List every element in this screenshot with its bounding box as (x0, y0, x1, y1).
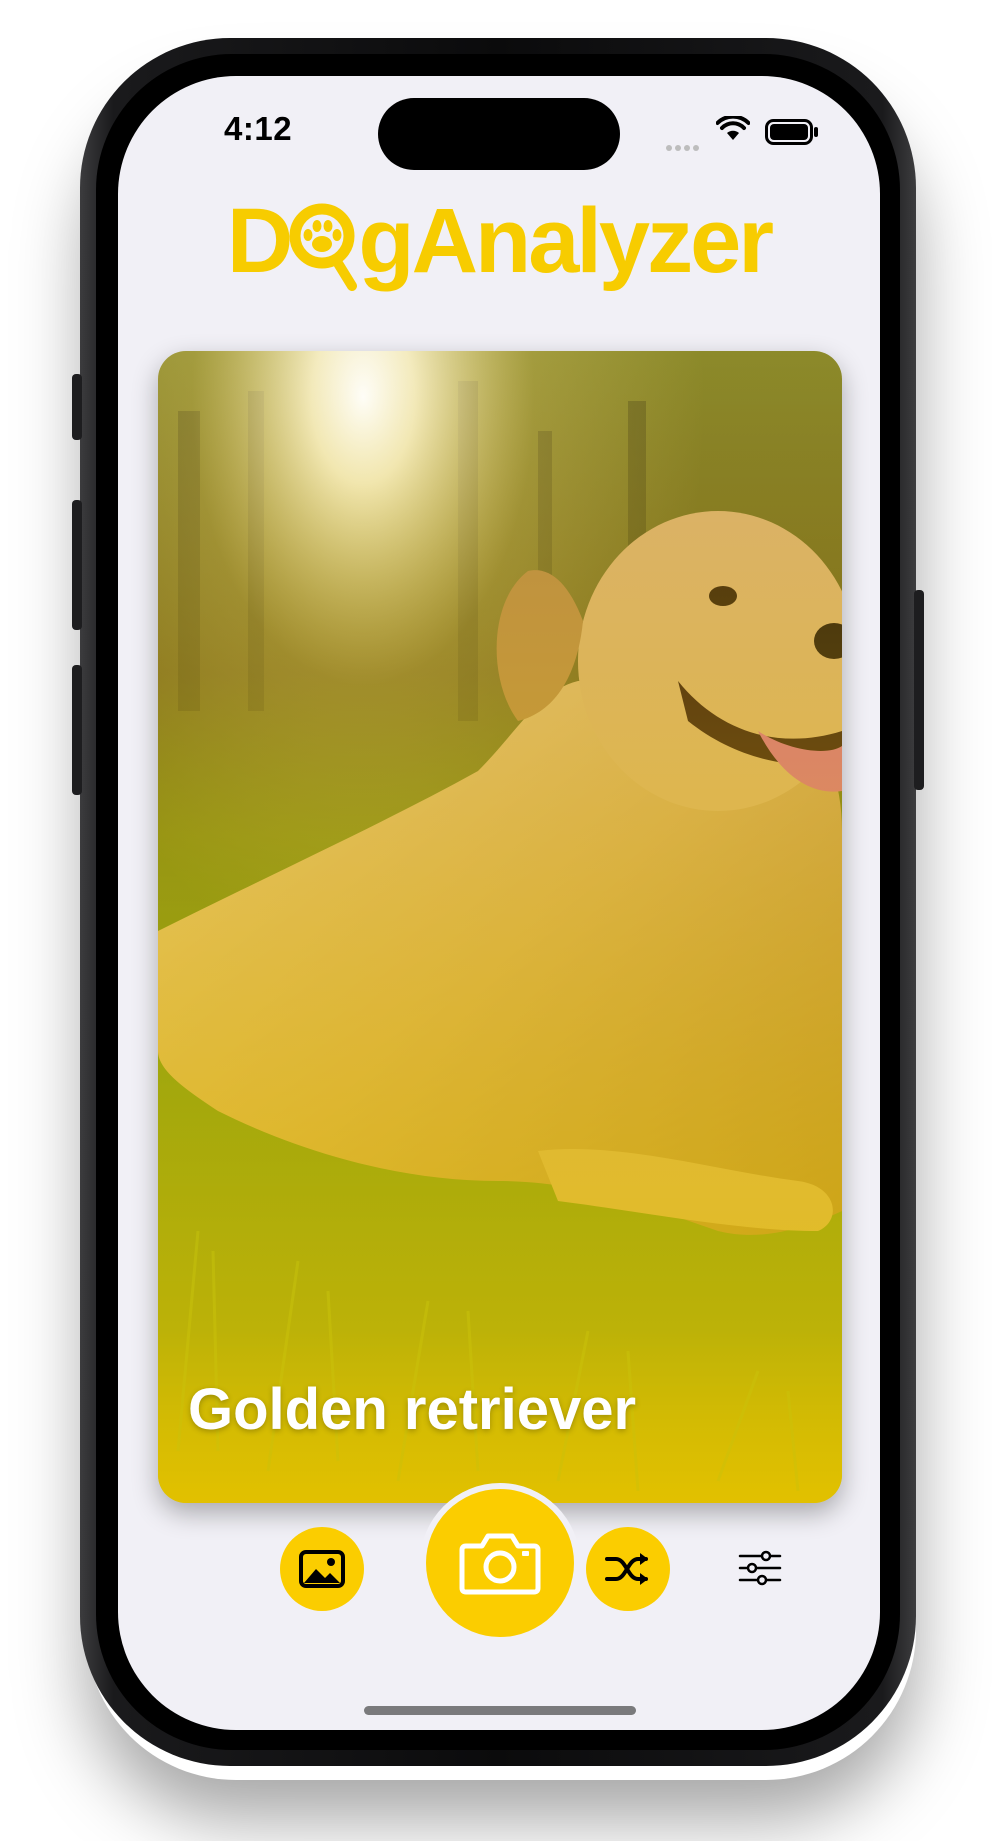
gallery-button[interactable] (280, 1527, 364, 1611)
action-button (72, 374, 82, 440)
settings-button[interactable] (736, 1544, 784, 1592)
home-indicator[interactable] (364, 1706, 636, 1715)
photo-icon (299, 1550, 345, 1588)
battery-icon (765, 119, 818, 145)
logo-text-start: D (226, 190, 293, 292)
camera-icon (459, 1533, 541, 1595)
dog-photo (158, 351, 842, 1503)
volume-down-button (72, 665, 82, 795)
app-logo: D gAnalyzer (118, 191, 880, 291)
shuffle-button[interactable] (586, 1527, 670, 1611)
sliders-icon (738, 1550, 782, 1586)
power-button (914, 590, 924, 790)
logo-text-end: gAnalyzer (358, 190, 774, 292)
photo-card: Golden retriever (158, 351, 842, 1503)
cellular-signal-icon (666, 138, 702, 156)
app-screen: 4:12 D gAnalyzer Golden retriever (118, 76, 880, 1730)
dynamic-island (378, 98, 620, 170)
shuffle-icon (605, 1553, 648, 1585)
breed-label: Golden retriever (188, 1377, 637, 1442)
volume-up-button (72, 500, 82, 630)
camera-button[interactable] (426, 1489, 574, 1637)
wifi-icon (716, 116, 750, 140)
paw-magnifier-icon (289, 203, 358, 291)
status-time: 4:12 (224, 110, 293, 147)
